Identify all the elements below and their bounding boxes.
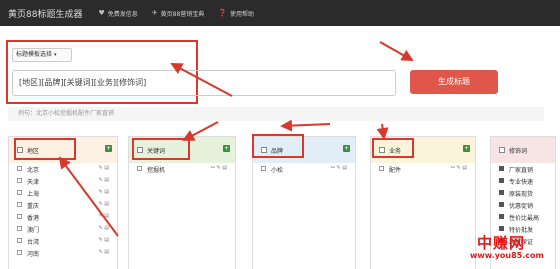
arrow-to-region: [58, 156, 119, 237]
arrow-to-keyword: [182, 121, 219, 141]
arrow-to-generate: [379, 41, 414, 61]
arrow-to-brand: [280, 119, 331, 132]
watermark-text: 中赚网: [477, 234, 526, 252]
watermark-url: www.you85.com: [470, 251, 544, 260]
annotation-arrows: [58, 41, 414, 237]
arrow-to-template: [170, 63, 233, 97]
arrow-to-business: [376, 123, 389, 140]
